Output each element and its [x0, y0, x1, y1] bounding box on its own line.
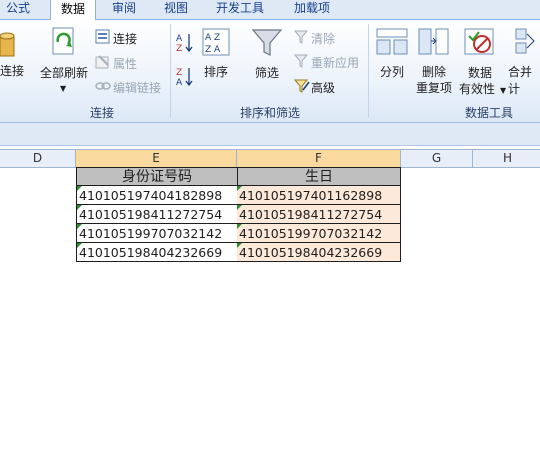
filter-funnel-icon — [251, 28, 283, 61]
filter-button[interactable]: 筛选 — [255, 64, 279, 81]
error-indicator-icon — [77, 243, 82, 248]
advanced-button[interactable]: 高级 — [311, 79, 335, 96]
formula-bar-strip — [0, 123, 540, 146]
error-indicator-icon — [237, 186, 242, 191]
text-to-columns-icon — [376, 26, 408, 61]
cell-e-header[interactable]: 身份证号码 — [76, 167, 238, 186]
data-validation-label-2[interactable]: 有效性 — [459, 80, 495, 97]
svg-text:Z A: Z A — [205, 45, 221, 55]
cell-e-row3[interactable]: 410105199707032142 — [76, 224, 238, 243]
tab-review[interactable]: 审阅 — [104, 0, 144, 19]
remove-duplicates-icon — [418, 26, 450, 61]
group-label-data-tools: 数据工具 — [464, 106, 513, 120]
svg-text:A: A — [176, 78, 183, 88]
cell-f-row3[interactable]: 410105199707032142 — [237, 224, 401, 243]
reapply-icon — [293, 53, 310, 72]
tab-formulas[interactable]: 公式 — [0, 0, 36, 19]
advanced-filter-icon — [293, 78, 310, 97]
consolidate-icon — [514, 26, 540, 61]
data-validation-icon — [464, 26, 496, 61]
existing-connections-button[interactable]: 连接 — [0, 62, 24, 79]
refresh-all-dropdown-icon[interactable]: ▼ — [60, 80, 66, 94]
remove-duplicates-label-2[interactable]: 重复项 — [416, 79, 452, 96]
sort-ascending-icon[interactable]: AZ — [176, 32, 194, 57]
column-header-h[interactable]: H — [473, 150, 540, 167]
edit-links-button[interactable]: 编辑链接 — [113, 79, 161, 96]
reapply-button[interactable]: 重新应用 — [311, 54, 359, 71]
group-separator — [170, 24, 171, 118]
error-indicator-icon — [77, 186, 82, 191]
consolidate-button[interactable]: 合并计 — [508, 63, 540, 97]
tab-developer[interactable]: 开发工具 — [208, 0, 272, 19]
tab-data[interactable]: 数据 — [50, 0, 96, 20]
edit-links-icon — [95, 78, 111, 97]
clear-filter-icon — [293, 29, 310, 48]
cell-e-row4[interactable]: 410105198404232669 — [76, 243, 238, 262]
error-indicator-icon — [237, 205, 242, 210]
ribbon: 连接 全部刷新 ▼ 连接 属性 编辑链接 连接 AZ ZA A ZZ A 排序 … — [0, 20, 540, 123]
sort-dialog-icon: A Z Z A — [202, 28, 230, 59]
column-header-row: D E F G H — [0, 149, 540, 168]
svg-text:A: A — [176, 34, 183, 44]
cell-f-row1[interactable]: 410105197401162898 — [237, 186, 401, 205]
cell-f-row2[interactable]: 410105198411272754 — [237, 205, 401, 224]
column-header-g[interactable]: G — [401, 150, 473, 167]
error-indicator-icon — [237, 243, 242, 248]
group-separator — [368, 24, 369, 118]
remove-duplicates-label-1[interactable]: 删除 — [422, 63, 446, 80]
ribbon-tab-bar: 公式 数据 审阅 视图 开发工具 加载项 — [0, 0, 540, 20]
cell-f-header[interactable]: 生日 — [237, 167, 401, 186]
error-indicator-icon — [237, 224, 242, 229]
error-indicator-icon — [77, 224, 82, 229]
column-header-d[interactable]: D — [0, 150, 76, 167]
cell-e-row1[interactable]: 410105197404182898 — [76, 186, 238, 205]
error-indicator-icon — [77, 205, 82, 210]
svg-text:A Z: A Z — [205, 33, 220, 43]
data-validation-dropdown-icon[interactable]: ▼ — [500, 82, 506, 96]
svg-text:Z: Z — [176, 68, 182, 78]
column-header-f[interactable]: F — [237, 150, 401, 167]
sort-button[interactable]: 排序 — [204, 63, 228, 80]
properties-button[interactable]: 属性 — [113, 55, 137, 72]
text-to-columns-button[interactable]: 分列 — [380, 63, 404, 80]
connections-button[interactable]: 连接 — [113, 30, 137, 47]
properties-icon — [95, 54, 111, 73]
clear-button[interactable]: 清除 — [311, 30, 335, 47]
group-label-connections: 连接 — [89, 106, 114, 120]
cell-e-row2[interactable]: 410105198411272754 — [76, 205, 238, 224]
sort-descending-icon[interactable]: ZA — [176, 66, 194, 91]
svg-text:Z: Z — [176, 44, 182, 54]
column-header-e[interactable]: E — [76, 150, 237, 167]
refresh-all-button[interactable]: 全部刷新 — [40, 64, 88, 81]
group-label-sort-filter: 排序和筛选 — [239, 106, 300, 120]
tab-addins[interactable]: 加载项 — [284, 0, 340, 19]
existing-connections-icon — [0, 28, 18, 63]
connections-icon — [95, 29, 111, 48]
tab-view[interactable]: 视图 — [156, 0, 196, 19]
data-validation-label-1[interactable]: 数据 — [468, 64, 492, 81]
cell-f-row4[interactable]: 410105198404232669 — [237, 243, 401, 262]
refresh-all-icon — [50, 26, 78, 61]
